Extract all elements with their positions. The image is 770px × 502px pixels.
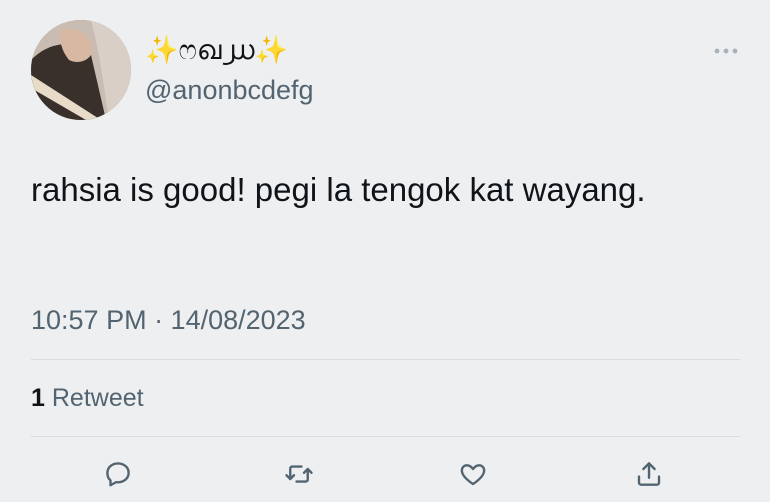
- like-icon[interactable]: [457, 458, 489, 490]
- display-name-text: ෆഖ൰: [178, 35, 255, 65]
- divider-top: [31, 359, 740, 360]
- action-bar: [0, 454, 770, 494]
- reply-icon[interactable]: [102, 458, 134, 490]
- retweet-icon[interactable]: [283, 458, 315, 490]
- user-handle[interactable]: @anonbcdefg: [145, 74, 314, 106]
- retweet-label: Retweet: [51, 384, 144, 412]
- sparkle-emoji-left: ✨: [145, 35, 179, 65]
- avatar[interactable]: [31, 20, 131, 120]
- tweet-card: ✨ෆഖ൰✨ @anonbcdefg rahsia is good! pegi l…: [0, 0, 770, 502]
- retweet-stats[interactable]: 1 Retweet: [31, 382, 144, 414]
- tweet-text: rahsia is good! pegi la tengok kat wayan…: [31, 171, 646, 208]
- share-icon[interactable]: [633, 458, 665, 490]
- avatar-image: [31, 20, 131, 120]
- divider-bottom: [31, 436, 740, 437]
- retweet-count: 1: [31, 384, 45, 412]
- sparkle-emoji-right: ✨: [254, 35, 289, 65]
- more-options-icon[interactable]: [712, 44, 740, 56]
- display-name[interactable]: ✨ෆഖ൰✨: [145, 34, 288, 66]
- tweet-timestamp[interactable]: 10:57 PM · 14/08/2023: [31, 304, 306, 336]
